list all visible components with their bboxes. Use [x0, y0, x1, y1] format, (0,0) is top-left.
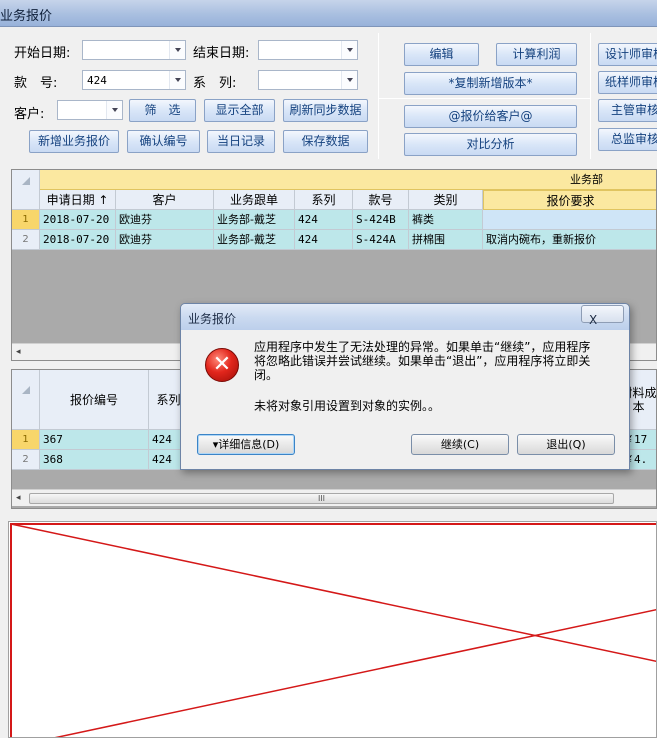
grid-corner[interactable]	[12, 370, 40, 430]
copy-new-version-button[interactable]: *复制新增版本*	[404, 72, 577, 95]
style-number-label: 款 号:	[14, 76, 58, 91]
edit-button[interactable]: 编辑	[404, 43, 479, 66]
sync-data-button[interactable]: 刷新同步数据	[283, 99, 368, 122]
quit-button[interactable]: 退出(Q)	[517, 434, 615, 455]
column-header-requirement[interactable]: 报价要求	[483, 190, 656, 210]
close-icon: X	[589, 313, 598, 327]
continue-button[interactable]: 继续(C)	[411, 434, 509, 455]
dialog-title: 业务报价	[188, 312, 237, 326]
error-dialog: 业务报价 X ✕ 应用程序中发生了无法处理的异常。如果单击“继续”，应用程序将忽…	[180, 303, 630, 470]
column-header-customer[interactable]: 客户	[116, 190, 214, 210]
table-cell[interactable]	[483, 210, 656, 230]
series-label: 系 列:	[193, 76, 237, 91]
pattern-review-button[interactable]: 纸样师审核	[598, 71, 657, 94]
end-date-field[interactable]	[258, 40, 358, 60]
start-date-label: 开始日期:	[14, 46, 71, 61]
add-quote-button[interactable]: 新增业务报价	[29, 130, 119, 153]
column-header-category[interactable]: 类别	[409, 190, 483, 210]
scrollbar-thumb[interactable]: III	[29, 493, 614, 504]
table-cell[interactable]: 取消内碗布，重新报价	[483, 230, 656, 250]
chevron-down-icon[interactable]	[341, 41, 357, 59]
error-icon: ✕	[205, 348, 239, 382]
filter-toolbar: 开始日期: 结束日期: 款 号: 424 系 列: 客户: 筛 选 显示全部 刷…	[0, 28, 657, 162]
save-data-button[interactable]: 保存数据	[283, 130, 368, 153]
group-header-label: 业务部	[570, 173, 603, 186]
director-review-button[interactable]: 总监审核	[598, 128, 657, 151]
table-cell[interactable]: 欧迪芬	[116, 230, 214, 250]
scroll-left-icon[interactable]: ◂	[16, 347, 21, 357]
corner-triangle-icon	[22, 177, 30, 185]
row-number[interactable]: 1	[12, 210, 40, 230]
table-cell[interactable]: 424	[295, 210, 353, 230]
compare-analysis-button[interactable]: 对比分析	[404, 133, 577, 156]
table-cell[interactable]: S-424A	[353, 230, 409, 250]
table-cell[interactable]: 业务部-戴芝	[214, 210, 295, 230]
error-message: 应用程序中发生了无法处理的异常。如果单击“继续”，应用程序将忽略此错误并尝试继续…	[254, 340, 591, 382]
chevron-down-icon[interactable]	[169, 41, 185, 59]
filter-button[interactable]: 筛 选	[129, 99, 196, 122]
window-titlebar: 业务报价	[0, 0, 657, 27]
chevron-down-icon[interactable]	[169, 71, 185, 89]
column-header-quote-number[interactable]: 报价编号	[40, 370, 149, 430]
end-date-label: 结束日期:	[193, 46, 250, 61]
scroll-left-icon[interactable]: ◂	[16, 493, 21, 503]
grid-corner[interactable]	[12, 170, 40, 210]
calc-profit-button[interactable]: 计算利润	[496, 43, 577, 66]
toolbar-divider	[378, 33, 379, 159]
details-button[interactable]: ▾详细信息(D)	[197, 434, 295, 455]
chevron-down-icon[interactable]	[106, 101, 122, 119]
image-placeholder	[8, 521, 657, 738]
close-button[interactable]: X	[581, 305, 624, 327]
column-header-style[interactable]: 款号	[353, 190, 409, 210]
customer-field[interactable]	[57, 100, 123, 120]
corner-triangle-icon	[22, 386, 30, 394]
start-date-field[interactable]	[82, 40, 186, 60]
column-header-date[interactable]: 申请日期 ↑	[40, 190, 116, 210]
column-header-series[interactable]: 系列	[295, 190, 353, 210]
quote-to-customer-button[interactable]: @报价给客户@	[404, 105, 577, 128]
table-cell[interactable]: 裤类	[409, 210, 483, 230]
table-cell[interactable]: 业务部-戴芝	[214, 230, 295, 250]
designer-review-button[interactable]: 设计师审核	[598, 43, 657, 66]
table-cell[interactable]: 欧迪芬	[116, 210, 214, 230]
table-cell[interactable]: 2018-07-20	[40, 210, 116, 230]
group-header-business: 业务部	[40, 170, 656, 190]
confirm-number-button[interactable]: 确认编号	[127, 130, 200, 153]
chevron-down-icon[interactable]	[341, 71, 357, 89]
row-number[interactable]: 1	[12, 430, 40, 450]
table-cell[interactable]: S-424B	[353, 210, 409, 230]
error-detail: 未将对象引用设置到对象的实例。。	[254, 399, 441, 413]
table-cell[interactable]: 368	[40, 450, 149, 470]
table-cell[interactable]: 2018-07-20	[40, 230, 116, 250]
toolbar-divider	[590, 33, 591, 159]
series-field[interactable]	[258, 70, 358, 90]
customer-label: 客户:	[14, 107, 45, 122]
dialog-titlebar: 业务报价 X	[181, 304, 629, 330]
horizontal-scrollbar[interactable]: ◂ III	[12, 489, 656, 506]
style-number-value: 424	[87, 74, 107, 87]
manager-review-button[interactable]: 主管审核	[598, 99, 657, 122]
row-number[interactable]: 2	[12, 450, 40, 470]
column-header-merchandiser[interactable]: 业务跟单	[214, 190, 295, 210]
style-number-field[interactable]: 424	[82, 70, 186, 90]
row-number[interactable]: 2	[12, 230, 40, 250]
show-all-button[interactable]: 显示全部	[204, 99, 275, 122]
table-cell[interactable]: 367	[40, 430, 149, 450]
table-cell[interactable]: 424	[295, 230, 353, 250]
window-title: 业务报价	[0, 9, 53, 24]
today-records-button[interactable]: 当日记录	[207, 130, 275, 153]
toolbar-divider	[379, 98, 590, 99]
table-cell[interactable]: 拼棉围	[409, 230, 483, 250]
broken-image-icon	[10, 523, 656, 737]
